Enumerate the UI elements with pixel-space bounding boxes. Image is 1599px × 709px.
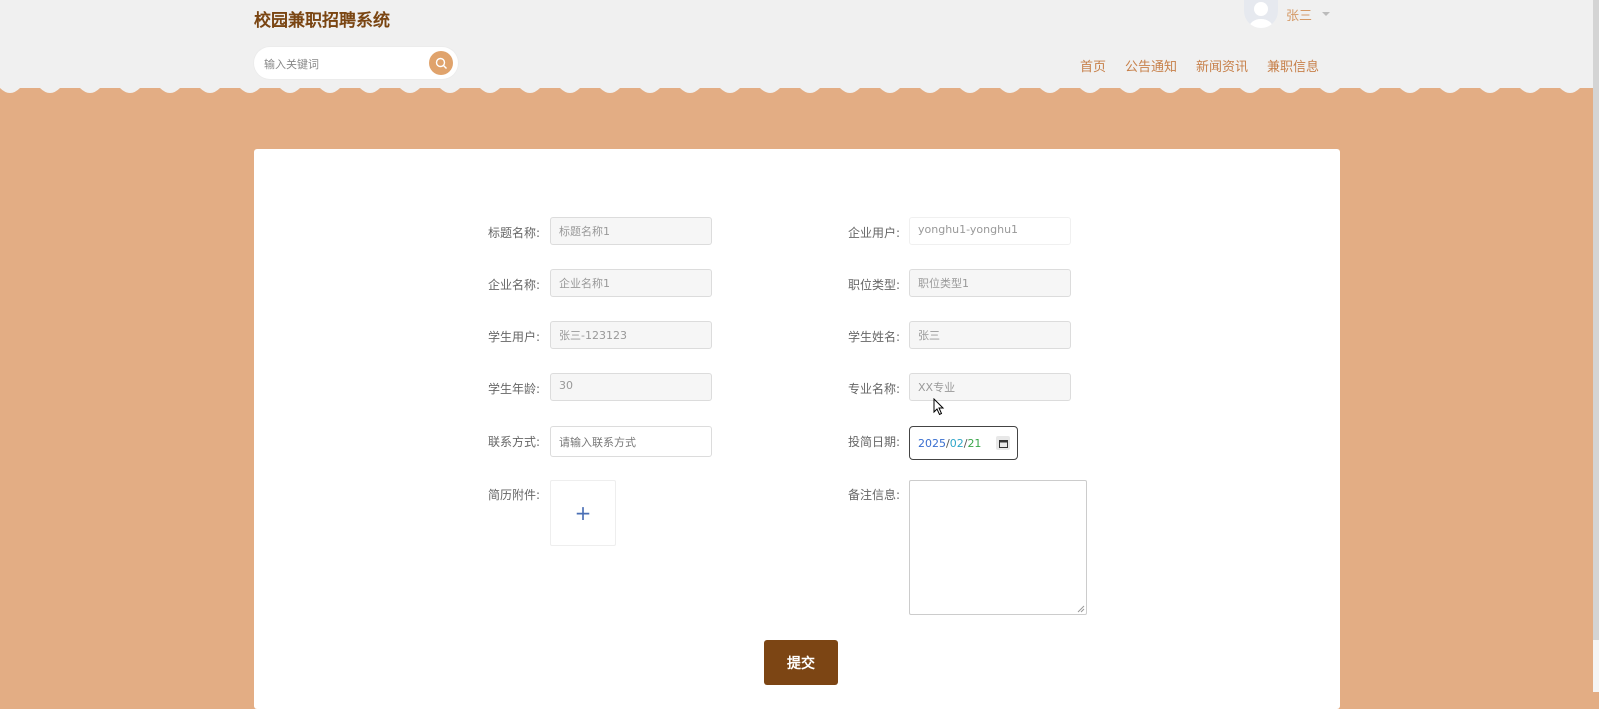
plus-icon: + (574, 501, 592, 525)
scrollbar-thumb[interactable] (1593, 0, 1599, 640)
date-day: 21 (967, 436, 982, 450)
student-user-field[interactable]: 张三-123123 (550, 321, 712, 349)
label-student-name: 学生姓名: (847, 330, 900, 344)
label-remark: 备注信息: (847, 488, 900, 502)
position-field[interactable]: 职位类型1 (909, 269, 1071, 297)
enterprise-user-select[interactable]: yonghu1-yonghu1 (909, 217, 1071, 245)
nav-home[interactable]: 首页 (1080, 56, 1106, 75)
label-age: 学生年龄: (487, 382, 540, 396)
nav-jobs[interactable]: 兼职信息 (1267, 56, 1319, 75)
scrollbar-track[interactable] (1593, 0, 1599, 692)
search-button[interactable] (429, 51, 453, 75)
label-date: 投简日期: (847, 435, 900, 449)
student-name-field[interactable]: 张三 (909, 321, 1071, 349)
chevron-down-icon (1322, 12, 1331, 16)
label-resume: 简历附件: (487, 488, 540, 502)
header-bar: 校园兼职招聘系统 张三 首页 公告通知 新闻资讯 兼职信息 (0, 0, 1599, 88)
title-field[interactable]: 标题名称1 (550, 217, 712, 245)
calendar-icon[interactable] (996, 436, 1010, 450)
nav-news[interactable]: 新闻资讯 (1196, 56, 1248, 75)
site-title: 校园兼职招聘系统 (254, 11, 390, 31)
age-field[interactable]: 30 (550, 373, 712, 401)
search-input[interactable] (262, 53, 426, 75)
date-year: 2025 (918, 436, 946, 450)
user-name: 张三 (1286, 8, 1313, 24)
mouse-cursor-icon (933, 398, 945, 416)
resize-handle-icon[interactable] (1077, 605, 1085, 613)
search-box (254, 47, 458, 79)
remark-textarea[interactable] (909, 480, 1087, 615)
label-title: 标题名称: (487, 226, 540, 240)
date-input[interactable]: 2025/02/21 (909, 426, 1018, 460)
search-icon (435, 57, 447, 69)
label-contact: 联系方式: (487, 435, 540, 449)
user-menu[interactable]: 张三 (1244, 0, 1331, 28)
submit-button[interactable]: 提交 (764, 640, 838, 685)
label-enterprise-user: 企业用户: (847, 226, 900, 240)
date-month: 02 (949, 436, 964, 450)
label-position: 职位类型: (847, 278, 900, 292)
label-major: 专业名称: (847, 382, 900, 396)
resume-upload-button[interactable]: + (550, 480, 616, 546)
contact-input[interactable]: 请输入联系方式 (550, 426, 712, 457)
avatar (1244, 0, 1278, 28)
main-nav: 首页 公告通知 新闻资讯 兼职信息 (1080, 56, 1319, 75)
label-student-user: 学生用户: (487, 330, 540, 344)
label-company: 企业名称: (487, 278, 540, 292)
header-wave-border (0, 84, 1599, 93)
form-card: 标题名称: 标题名称1 企业用户: yonghu1-yonghu1 企业名称: … (254, 149, 1340, 709)
company-field[interactable]: 企业名称1 (550, 269, 712, 297)
nav-notices[interactable]: 公告通知 (1125, 56, 1177, 75)
major-field[interactable]: XX专业 (909, 373, 1071, 401)
